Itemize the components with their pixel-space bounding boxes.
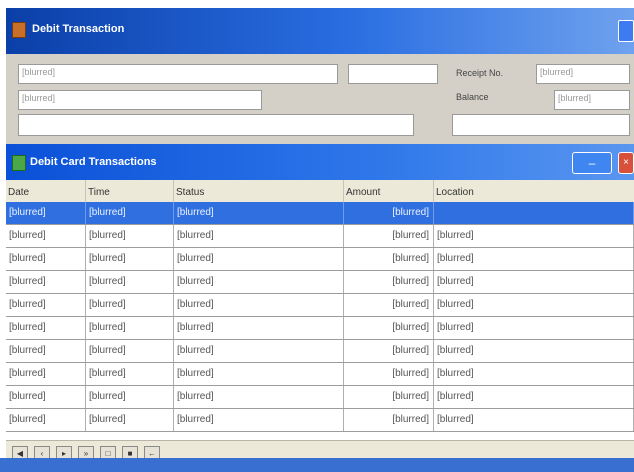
cell-time[interactable]: [blurred] [86, 202, 174, 224]
debit-card-title: Debit Card Transactions [30, 156, 157, 168]
table-row[interactable]: [blurred] [blurred] [blurred] [blurred] [blu… [6, 317, 634, 340]
cell-time[interactable]: [blurred] [86, 363, 174, 385]
cell-time[interactable]: [blurred] [86, 386, 174, 408]
column-header-status[interactable]: Status [174, 180, 344, 202]
cell-date[interactable]: [blurred] [6, 248, 86, 270]
column-header-time[interactable]: Time [86, 180, 174, 202]
receipt-field[interactable]: [blurred] [536, 64, 630, 84]
cell-status[interactable]: [blurred] [174, 294, 344, 316]
table-row[interactable]: [blurred] [blurred] [blurred] [blurred] [blu… [6, 363, 634, 386]
notes-field[interactable] [18, 114, 414, 136]
cell-time[interactable]: [blurred] [86, 271, 174, 293]
cell-status[interactable]: [blurred] [174, 409, 344, 431]
cell-date[interactable]: [blurred] [6, 294, 86, 316]
cell-time[interactable]: [blurred] [86, 409, 174, 431]
cell-amount[interactable]: [blurred] [344, 340, 434, 362]
balance-label: Balance [456, 92, 489, 102]
debit-card-titlebar[interactable]: Debit Card Transactions – × [6, 144, 634, 180]
table-row[interactable]: [blurred] [blurred] [blurred] [blurred] [blu… [6, 248, 634, 271]
cell-time[interactable]: [blurred] [86, 294, 174, 316]
cell-status[interactable]: [blurred] [174, 340, 344, 362]
cell-location[interactable]: [blurred] [434, 225, 634, 247]
address-field[interactable]: [blurred] [18, 90, 262, 110]
debit-card-panel: Debit Card Transactions – × Date Time St… [6, 144, 634, 472]
table-row[interactable]: [blurred] [blurred] [blurred] [blurred] [blu… [6, 225, 634, 248]
table-row[interactable]: [blurred] [blurred] [blurred] [blurred] [blu… [6, 294, 634, 317]
id-field[interactable] [348, 64, 438, 84]
taskbar-strip [0, 458, 634, 472]
cell-location[interactable]: [blurred] [434, 317, 634, 339]
column-header-location[interactable]: Location [434, 180, 634, 202]
table-row[interactable]: [blurred] [blurred] [blurred] [blurred] [blu… [6, 409, 634, 432]
table-header: Date Time Status Amount Location [6, 180, 634, 203]
cell-amount[interactable]: [blurred] [344, 225, 434, 247]
cell-date[interactable]: [blurred] [6, 363, 86, 385]
cell-time[interactable]: [blurred] [86, 248, 174, 270]
cell-time[interactable]: [blurred] [86, 340, 174, 362]
cell-status[interactable]: [blurred] [174, 248, 344, 270]
receipt-label: Receipt No. [456, 68, 504, 78]
cell-location[interactable]: [blurred] [434, 409, 634, 431]
app-window-icon [12, 22, 26, 38]
cell-amount[interactable]: [blurred] [344, 409, 434, 431]
column-header-amount[interactable]: Amount [344, 180, 434, 202]
name-field[interactable]: [blurred] [18, 64, 338, 84]
cell-location[interactable]: [blurred] [434, 363, 634, 385]
cell-date[interactable]: [blurred] [6, 317, 86, 339]
cell-status[interactable]: [blurred] [174, 271, 344, 293]
cell-status[interactable]: [blurred] [174, 317, 344, 339]
balance-field[interactable]: [blurred] [554, 90, 630, 110]
cell-amount[interactable]: [blurred] [344, 294, 434, 316]
cell-location[interactable]: [blurred] [434, 386, 634, 408]
cell-status[interactable]: [blurred] [174, 225, 344, 247]
window-titlebar[interactable]: Debit Transaction [6, 8, 634, 54]
cell-status[interactable]: [blurred] [174, 386, 344, 408]
cell-location[interactable] [434, 202, 634, 224]
cell-time[interactable]: [blurred] [86, 317, 174, 339]
cell-amount[interactable]: [blurred] [344, 202, 434, 224]
minimize-button[interactable]: – [572, 152, 612, 174]
cell-location[interactable]: [blurred] [434, 294, 634, 316]
window-control-button[interactable] [618, 20, 634, 42]
table-row[interactable]: [blurred] [blurred] [blurred] [blurred] [blu… [6, 340, 634, 363]
cell-date[interactable]: [blurred] [6, 386, 86, 408]
window-title: Debit Transaction [32, 23, 125, 35]
cell-amount[interactable]: [blurred] [344, 317, 434, 339]
transactions-table: Date Time Status Amount Location [blurre… [6, 180, 634, 440]
cell-amount[interactable]: [blurred] [344, 386, 434, 408]
debit-transaction-window: Debit Transaction [blurred] Receipt No. … [6, 8, 634, 472]
cell-amount[interactable]: [blurred] [344, 271, 434, 293]
card-list-icon [12, 155, 26, 171]
table-row[interactable]: [blurred] [blurred] [blurred] [blurred] [6, 202, 634, 225]
cell-date[interactable]: [blurred] [6, 340, 86, 362]
cell-amount[interactable]: [blurred] [344, 363, 434, 385]
cell-date[interactable]: [blurred] [6, 202, 86, 224]
cell-status[interactable]: [blurred] [174, 363, 344, 385]
cell-location[interactable]: [blurred] [434, 248, 634, 270]
close-button[interactable]: × [618, 152, 634, 174]
cell-status[interactable]: [blurred] [174, 202, 344, 224]
cell-date[interactable]: [blurred] [6, 409, 86, 431]
column-header-date[interactable]: Date [6, 180, 86, 202]
cell-time[interactable]: [blurred] [86, 225, 174, 247]
cell-date[interactable]: [blurred] [6, 225, 86, 247]
table-row[interactable]: [blurred] [blurred] [blurred] [blurred] [blu… [6, 386, 634, 409]
extra-field[interactable] [452, 114, 630, 136]
cell-location[interactable]: [blurred] [434, 271, 634, 293]
cell-location[interactable]: [blurred] [434, 340, 634, 362]
cell-amount[interactable]: [blurred] [344, 248, 434, 270]
table-row[interactable]: [blurred] [blurred] [blurred] [blurred] [blu… [6, 271, 634, 294]
cell-date[interactable]: [blurred] [6, 271, 86, 293]
